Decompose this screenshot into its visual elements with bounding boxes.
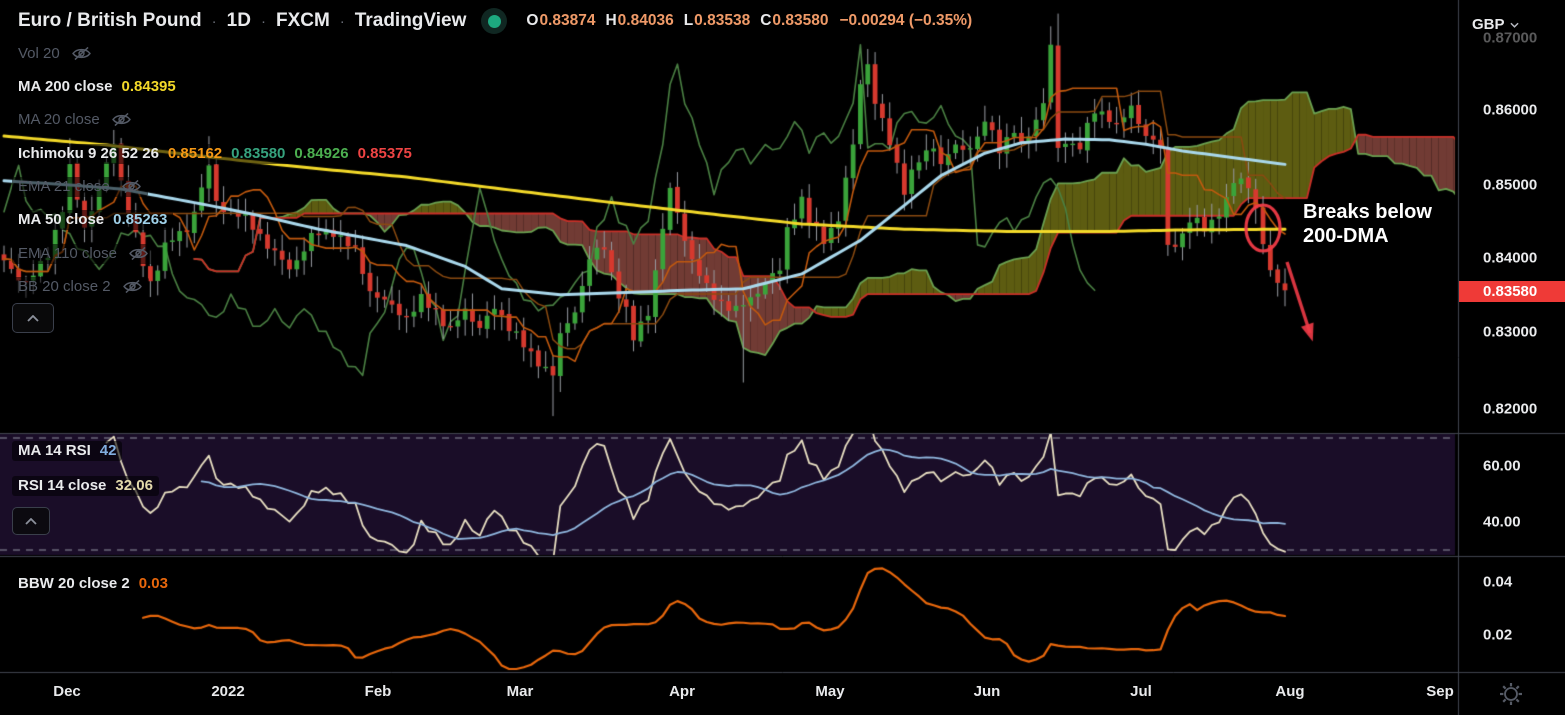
separator-dot: · — [211, 12, 217, 30]
legend-row-ma200[interactable]: MA 200 close 0.84395 — [12, 77, 182, 97]
platform-label: TradingView — [354, 10, 467, 31]
high-value: 0.84036 — [617, 12, 674, 29]
eye-off-icon[interactable] — [111, 112, 132, 127]
bbw-axis-label: 0.02 — [1483, 626, 1513, 644]
interval-button[interactable]: 1D — [227, 10, 251, 32]
last-price-badge: 0.83580 — [1459, 281, 1565, 302]
time-axis-label: Jun — [973, 683, 1001, 700]
legend-row-rsi-ma[interactable]: MA 14 RSI 42 — [12, 441, 123, 461]
time-axis-label: Sep — [1426, 683, 1454, 700]
eye-off-icon[interactable] — [128, 246, 149, 261]
price-axis-label: 0.85000 — [1483, 176, 1538, 194]
collapse-main-pane-button[interactable] — [12, 303, 54, 333]
rsi-axis-label: 60.00 — [1483, 457, 1521, 475]
connection-status-icon[interactable] — [481, 8, 508, 34]
price-axis-label: 0.87000 — [1483, 29, 1538, 47]
main-chart-canvas[interactable] — [0, 0, 1565, 715]
time-axis-label: Feb — [364, 683, 392, 700]
indicator-label[interactable]: MA 20 close — [18, 111, 100, 128]
legend-row-ema21[interactable]: EMA 21 close — [12, 177, 148, 197]
indicator-label[interactable]: MA 50 close — [18, 211, 104, 228]
indicator-label[interactable]: Ichimoku 9 26 52 26 — [18, 145, 159, 162]
indicator-value: 0.84395 — [121, 78, 176, 95]
eye-off-icon[interactable] — [71, 46, 92, 61]
indicator-value: 42 — [99, 442, 117, 459]
indicator-label[interactable]: MA 200 close — [18, 78, 113, 95]
eye-off-icon[interactable] — [121, 179, 142, 194]
open-value: 0.83874 — [539, 12, 596, 29]
change-value: −0.00294 (−0.35%) — [839, 12, 973, 29]
indicator-value: 0.85263 — [113, 211, 168, 228]
legend-row-ichimoku[interactable]: Ichimoku 9 26 52 26 0.85162 0.83580 0.84… — [12, 144, 418, 164]
time-axis-label: Dec — [53, 683, 81, 700]
separator-dot: · — [339, 12, 345, 30]
legend-row-bbw[interactable]: BBW 20 close 2 0.03 — [12, 574, 174, 594]
price-axis-label: 0.84000 — [1483, 249, 1538, 267]
legend-row-rsi[interactable]: RSI 14 close 32.06 — [12, 476, 159, 496]
time-axis-label: Aug — [1275, 683, 1305, 700]
legend-row-ema110[interactable]: EMA 110 close — [12, 244, 155, 264]
ichimoku-conversion-value: 0.85162 — [167, 145, 223, 162]
ichimoku-lead-a-value: 0.84926 — [294, 145, 349, 162]
exchange-label: FXCM — [275, 10, 330, 31]
separator-dot: · — [260, 12, 266, 30]
low-value: 0.83538 — [694, 12, 751, 29]
indicator-label[interactable]: Vol 20 — [18, 45, 60, 62]
chevron-up-icon — [25, 517, 37, 525]
indicator-label[interactable]: BBW 20 close 2 — [18, 575, 130, 592]
legend-row-ma20[interactable]: MA 20 close — [12, 110, 138, 130]
indicator-label[interactable]: BB 20 close 2 — [18, 278, 111, 295]
time-axis-label: 2022 — [211, 683, 245, 700]
legend-row-volume[interactable]: Vol 20 — [12, 44, 98, 64]
price-axis-label: 0.86000 — [1483, 101, 1538, 119]
ichimoku-lagging-value: 0.83580 — [231, 145, 286, 162]
time-axis-label: Jul — [1130, 683, 1152, 700]
symbol-title[interactable]: Euro / British Pound — [18, 10, 202, 32]
collapse-rsi-pane-button[interactable] — [12, 507, 50, 535]
tradingview-chart-window: Euro / British Pound · 1D · FXCM · Tradi… — [0, 0, 1565, 715]
time-axis-label: Mar — [506, 683, 534, 700]
eye-off-icon[interactable] — [122, 279, 143, 294]
indicator-label[interactable]: EMA 110 close — [18, 245, 117, 262]
bbw-axis-label: 0.04 — [1483, 573, 1513, 591]
time-axis-label: Apr — [669, 683, 695, 700]
indicator-label[interactable]: EMA 21 close — [18, 178, 110, 195]
legend-row-ma50[interactable]: MA 50 close 0.85263 — [12, 210, 174, 230]
indicator-label[interactable]: RSI 14 close — [18, 477, 106, 494]
legend-row-bb20[interactable]: BB 20 close 2 — [12, 277, 149, 297]
chevron-up-icon — [27, 314, 39, 322]
indicator-value: 32.06 — [115, 477, 153, 494]
scale-settings-gear-icon[interactable] — [1498, 681, 1524, 712]
symbol-header[interactable]: Euro / British Pound · 1D · FXCM · Tradi… — [12, 6, 979, 36]
indicator-label[interactable]: MA 14 RSI — [18, 442, 91, 459]
rsi-axis-label: 40.00 — [1483, 513, 1521, 531]
price-axis-label: 0.83000 — [1483, 323, 1538, 341]
ichimoku-lead-b-value: 0.85375 — [357, 145, 412, 162]
ohlc-readout: O0.83874 H0.84036 L0.83538 C0.83580 −0.0… — [526, 12, 973, 29]
price-axis-label: 0.82000 — [1483, 400, 1538, 418]
chevron-down-icon — [1509, 22, 1519, 28]
close-value: 0.83580 — [772, 12, 829, 29]
time-axis-label: May — [815, 683, 845, 700]
indicator-value: 0.03 — [138, 575, 168, 592]
annotation-text: Breaks below 200-DMA — [1303, 201, 1432, 247]
